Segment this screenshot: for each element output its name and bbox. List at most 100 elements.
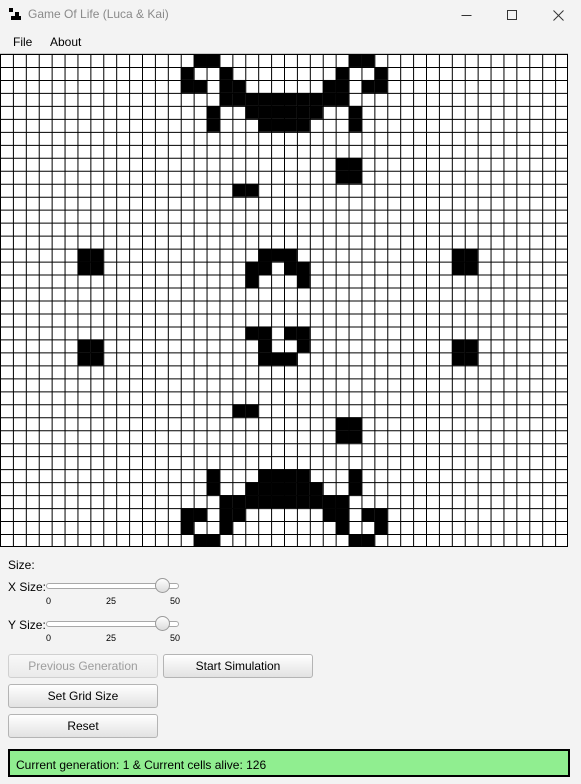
alive-cell[interactable] (219, 508, 233, 522)
alive-cell[interactable] (296, 118, 310, 132)
alive-cell[interactable] (258, 352, 272, 366)
alive-cell[interactable] (348, 534, 362, 547)
menu-about[interactable]: About (50, 35, 81, 49)
alive-cell[interactable] (374, 79, 388, 93)
alive-cell[interactable] (309, 495, 323, 509)
alive-cell[interactable] (245, 274, 259, 288)
alive-cell[interactable] (271, 469, 284, 483)
alive-cell[interactable] (232, 508, 246, 522)
alive-cell[interactable] (271, 92, 284, 106)
alive-cell[interactable] (245, 183, 259, 197)
alive-cell[interactable] (335, 170, 349, 184)
alive-cell[interactable] (206, 54, 220, 67)
alive-cell[interactable] (296, 326, 310, 340)
alive-cell[interactable] (361, 54, 375, 67)
alive-cell[interactable] (296, 261, 310, 275)
alive-cell[interactable] (296, 495, 310, 509)
game-grid[interactable] (0, 53, 568, 547)
alive-cell[interactable] (232, 92, 246, 106)
alive-cell[interactable] (284, 261, 297, 275)
alive-cell[interactable] (348, 157, 362, 171)
cell-grid[interactable] (0, 54, 568, 547)
alive-cell[interactable] (180, 521, 194, 535)
alive-cell[interactable] (180, 66, 194, 80)
alive-cell[interactable] (258, 92, 272, 106)
alive-cell[interactable] (296, 92, 310, 106)
alive-cell[interactable] (464, 261, 478, 275)
alive-cell[interactable] (322, 92, 336, 106)
alive-cell[interactable] (90, 261, 104, 275)
alive-cell[interactable] (193, 54, 207, 67)
alive-cell[interactable] (245, 92, 259, 106)
alive-cell[interactable] (361, 534, 375, 547)
alive-cell[interactable] (271, 495, 284, 509)
alive-cell[interactable] (193, 508, 207, 522)
alive-cell[interactable] (284, 495, 297, 509)
alive-cell[interactable] (245, 261, 259, 275)
alive-cell[interactable] (284, 326, 297, 340)
alive-cell[interactable] (258, 495, 272, 509)
alive-cell[interactable] (348, 170, 362, 184)
alive-cell[interactable] (348, 417, 362, 431)
alive-cell[interactable] (245, 404, 259, 418)
alive-cell[interactable] (335, 79, 349, 93)
alive-cell[interactable] (245, 326, 259, 340)
alive-cell[interactable] (258, 339, 272, 353)
alive-cell[interactable] (271, 118, 284, 132)
alive-cell[interactable] (90, 248, 104, 262)
alive-cell[interactable] (335, 430, 349, 444)
alive-cell[interactable] (219, 66, 233, 80)
alive-cell[interactable] (451, 339, 465, 353)
alive-cell[interactable] (206, 118, 220, 132)
alive-cell[interactable] (296, 274, 310, 288)
alive-cell[interactable] (219, 92, 233, 106)
alive-cell[interactable] (284, 105, 297, 119)
alive-cell[interactable] (464, 352, 478, 366)
alive-cell[interactable] (258, 248, 272, 262)
alive-cell[interactable] (258, 326, 272, 340)
alive-cell[interactable] (90, 339, 104, 353)
alive-cell[interactable] (258, 261, 272, 275)
alive-cell[interactable] (77, 339, 91, 353)
alive-cell[interactable] (245, 495, 259, 509)
alive-cell[interactable] (219, 521, 233, 535)
alive-cell[interactable] (219, 79, 233, 93)
alive-cell[interactable] (335, 495, 349, 509)
start-simulation-button[interactable]: Start Simulation (163, 654, 313, 678)
alive-cell[interactable] (296, 482, 310, 496)
alive-cell[interactable] (335, 508, 349, 522)
alive-cell[interactable] (451, 261, 465, 275)
alive-cell[interactable] (77, 261, 91, 275)
y-size-slider-thumb[interactable] (154, 616, 170, 631)
alive-cell[interactable] (284, 92, 297, 106)
alive-cell[interactable] (348, 482, 362, 496)
alive-cell[interactable] (77, 352, 91, 366)
alive-cell[interactable] (464, 339, 478, 353)
alive-cell[interactable] (361, 508, 375, 522)
alive-cell[interactable] (258, 105, 272, 119)
alive-cell[interactable] (296, 469, 310, 483)
alive-cell[interactable] (335, 521, 349, 535)
alive-cell[interactable] (90, 352, 104, 366)
alive-cell[interactable] (348, 105, 362, 119)
alive-cell[interactable] (206, 105, 220, 119)
alive-cell[interactable] (193, 79, 207, 93)
alive-cell[interactable] (451, 248, 465, 262)
minimize-button[interactable] (443, 0, 489, 30)
alive-cell[interactable] (232, 79, 246, 93)
alive-cell[interactable] (206, 482, 220, 496)
set-grid-size-button[interactable]: Set Grid Size (8, 684, 158, 708)
alive-cell[interactable] (206, 534, 220, 547)
alive-cell[interactable] (296, 105, 310, 119)
alive-cell[interactable] (335, 92, 349, 106)
alive-cell[interactable] (206, 469, 220, 483)
alive-cell[interactable] (296, 339, 310, 353)
alive-cell[interactable] (309, 105, 323, 119)
menu-file[interactable]: File (13, 35, 32, 49)
alive-cell[interactable] (284, 248, 297, 262)
alive-cell[interactable] (322, 495, 336, 509)
alive-cell[interactable] (361, 79, 375, 93)
alive-cell[interactable] (245, 482, 259, 496)
alive-cell[interactable] (335, 66, 349, 80)
alive-cell[interactable] (271, 482, 284, 496)
